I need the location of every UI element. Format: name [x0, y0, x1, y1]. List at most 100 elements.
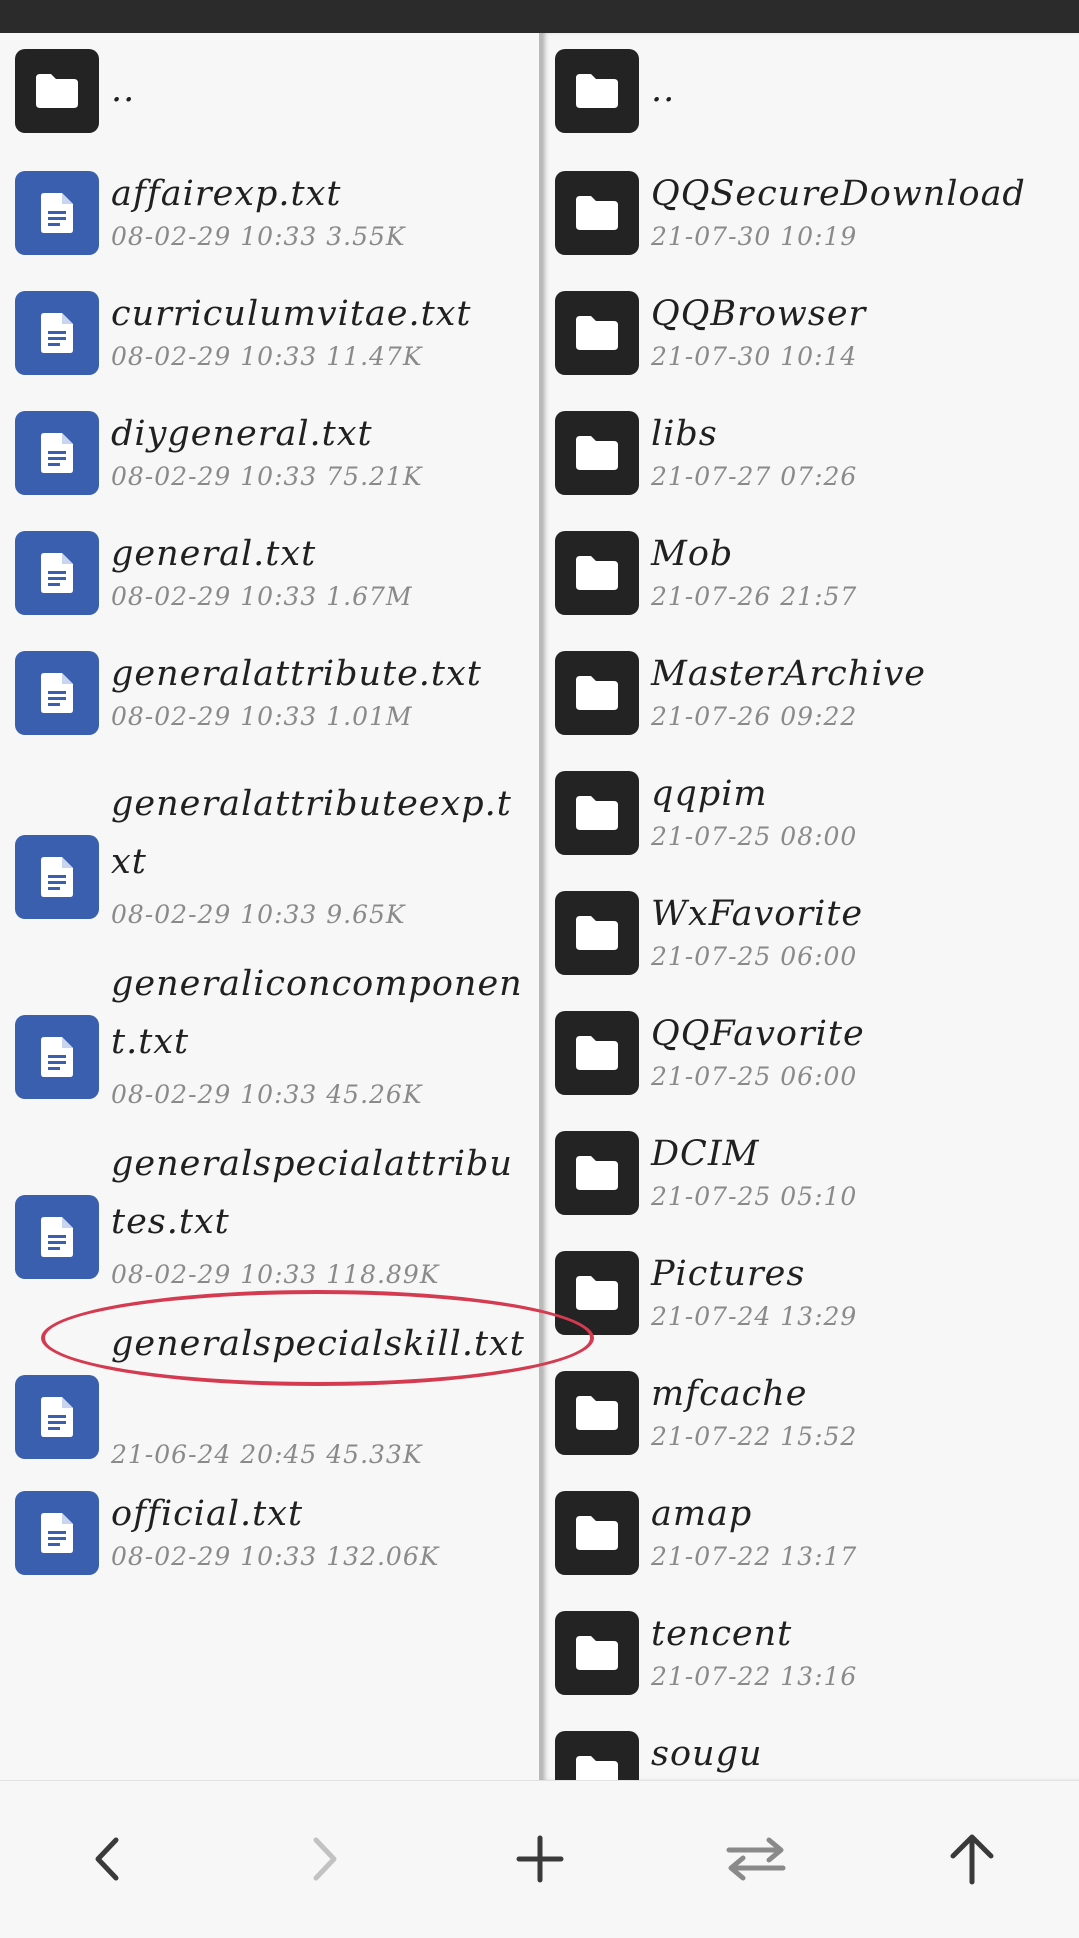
item-name: curriculumvitae.txt	[111, 294, 472, 334]
list-item-highlighted[interactable]: generalspecialskill.txt 21-06-24 20:45 4…	[0, 1311, 539, 1481]
document-icon	[15, 411, 99, 495]
list-item[interactable]: DCIM 21-07-25 05:10	[542, 1131, 1079, 1231]
item-meta: 08-02-29 10:33 75.21K	[111, 462, 423, 491]
list-item[interactable]: sougu	[542, 1731, 1079, 1780]
list-item[interactable]: QQSecureDownload 21-07-30 10:19	[542, 171, 1079, 271]
document-icon	[15, 1195, 99, 1279]
document-icon	[15, 291, 99, 375]
folder-icon	[555, 1611, 639, 1695]
back-button[interactable]	[68, 1819, 148, 1899]
parent-folder-button[interactable]	[932, 1819, 1012, 1899]
document-icon	[15, 1491, 99, 1575]
list-item[interactable]: QQFavorite 21-07-25 06:00	[542, 1011, 1079, 1111]
item-name: libs	[651, 414, 718, 454]
list-item[interactable]: generalattribute.txt 08-02-29 10:33 1.01…	[0, 651, 539, 751]
folder-icon	[555, 171, 639, 255]
new-button[interactable]	[500, 1819, 580, 1899]
item-meta: 21-07-25 06:00	[651, 942, 858, 971]
status-bar	[0, 0, 1079, 33]
item-meta: 21-07-26 09:22	[651, 702, 858, 731]
list-item[interactable]: general.txt 08-02-29 10:33 1.67M	[0, 531, 539, 631]
item-meta: 21-07-26 21:57	[651, 582, 858, 611]
item-meta: 21-07-25 06:00	[651, 1062, 858, 1091]
folder-icon	[555, 411, 639, 495]
item-name: sougu	[651, 1734, 763, 1774]
item-meta: 08-02-29 10:33 11.47K	[111, 342, 423, 371]
item-name: generalspecialattributes.txt	[111, 1144, 513, 1242]
list-item[interactable]: tencent 21-07-22 13:16	[542, 1611, 1079, 1711]
list-item-parent-dir[interactable]: ..	[0, 49, 539, 149]
forward-button[interactable]	[284, 1819, 364, 1899]
list-item[interactable]: qqpim 21-07-25 08:00	[542, 771, 1079, 871]
item-meta: 21-07-27 07:26	[651, 462, 858, 491]
list-item[interactable]: amap 21-07-22 13:17	[542, 1491, 1079, 1591]
item-meta: 21-07-25 08:00	[651, 822, 858, 851]
chevron-right-icon	[313, 1837, 337, 1881]
list-item[interactable]: generaliconcomponent.txt 08-02-29 10:33 …	[0, 951, 539, 1121]
list-item[interactable]: curriculumvitae.txt 08-02-29 10:33 11.47…	[0, 291, 539, 391]
list-item-parent-dir[interactable]: ..	[542, 49, 1079, 149]
item-name: QQBrowser	[651, 294, 867, 334]
item-meta: 21-07-30 10:19	[651, 222, 858, 251]
item-name: Mob	[651, 534, 734, 574]
document-icon	[15, 651, 99, 735]
item-name: DCIM	[651, 1134, 760, 1174]
folder-icon	[555, 1731, 639, 1780]
folder-icon	[555, 1371, 639, 1455]
item-meta: 08-02-29 10:33 1.01M	[111, 702, 413, 731]
item-name: affairexp.txt	[111, 174, 342, 214]
list-item[interactable]: QQBrowser 21-07-30 10:14	[542, 291, 1079, 391]
folder-icon	[555, 49, 639, 133]
list-item[interactable]: diygeneral.txt 08-02-29 10:33 75.21K	[0, 411, 539, 511]
folder-icon	[555, 531, 639, 615]
item-name: QQSecureDownload	[651, 174, 1026, 214]
item-meta: 08-02-29 10:33 118.89K	[111, 1260, 440, 1289]
list-item[interactable]: MasterArchive 21-07-26 09:22	[542, 651, 1079, 751]
right-file-panel[interactable]: .. QQSecureDownload 21-07-30 10:19 QQBro…	[542, 33, 1079, 1780]
plus-icon	[516, 1835, 564, 1883]
item-name: diygeneral.txt	[111, 414, 373, 454]
document-icon	[15, 835, 99, 919]
item-name: generalspecialskill.txt	[111, 1324, 525, 1364]
chevron-left-icon	[95, 1837, 119, 1881]
item-meta: 08-02-29 10:33 132.06K	[111, 1542, 440, 1571]
item-name: qqpim	[651, 774, 768, 814]
swap-panels-button[interactable]	[716, 1819, 796, 1899]
list-item[interactable]: Mob 21-07-26 21:57	[542, 531, 1079, 631]
item-meta: 08-02-29 10:33 9.65K	[111, 900, 406, 929]
item-meta: 21-07-22 13:17	[651, 1542, 858, 1571]
item-meta: 21-07-25 05:10	[651, 1182, 858, 1211]
left-file-panel[interactable]: .. affairexp.txt 08-02-29 10:33 3.55K cu…	[0, 33, 539, 1780]
item-meta: 21-07-22 13:16	[651, 1662, 858, 1691]
folder-icon	[555, 1251, 639, 1335]
document-icon	[15, 1015, 99, 1099]
item-name: generalattribute.txt	[111, 654, 482, 694]
item-name: official.txt	[111, 1494, 304, 1534]
list-item[interactable]: generalspecialattributes.txt 08-02-29 10…	[0, 1131, 539, 1301]
list-item[interactable]: libs 21-07-27 07:26	[542, 411, 1079, 511]
list-item[interactable]: official.txt 08-02-29 10:33 132.06K	[0, 1491, 539, 1591]
swap-icon	[726, 1837, 786, 1881]
list-item[interactable]: affairexp.txt 08-02-29 10:33 3.55K	[0, 171, 539, 271]
folder-icon	[555, 1491, 639, 1575]
list-item[interactable]: generalattributeexp.txt 08-02-29 10:33 9…	[0, 771, 539, 941]
item-meta: 21-07-24 13:29	[651, 1302, 858, 1331]
folder-icon	[15, 49, 99, 133]
item-name: WxFavorite	[651, 894, 864, 934]
list-item[interactable]: mfcache 21-07-22 15:52	[542, 1371, 1079, 1471]
item-meta: 21-07-22 15:52	[651, 1422, 858, 1451]
folder-icon	[555, 771, 639, 855]
item-name: general.txt	[111, 534, 317, 574]
list-item[interactable]: Pictures 21-07-24 13:29	[542, 1251, 1079, 1351]
bottom-toolbar	[0, 1780, 1079, 1938]
item-meta: 08-02-29 10:33 3.55K	[111, 222, 406, 251]
item-meta: 21-07-30 10:14	[651, 342, 858, 371]
document-icon	[15, 531, 99, 615]
item-name: ..	[651, 70, 676, 110]
list-item[interactable]: WxFavorite 21-07-25 06:00	[542, 891, 1079, 991]
item-meta: 21-06-24 20:45 45.33K	[111, 1440, 423, 1469]
document-icon	[15, 171, 99, 255]
document-icon	[15, 1375, 99, 1459]
item-name: ..	[111, 70, 136, 110]
item-name: QQFavorite	[651, 1014, 865, 1054]
